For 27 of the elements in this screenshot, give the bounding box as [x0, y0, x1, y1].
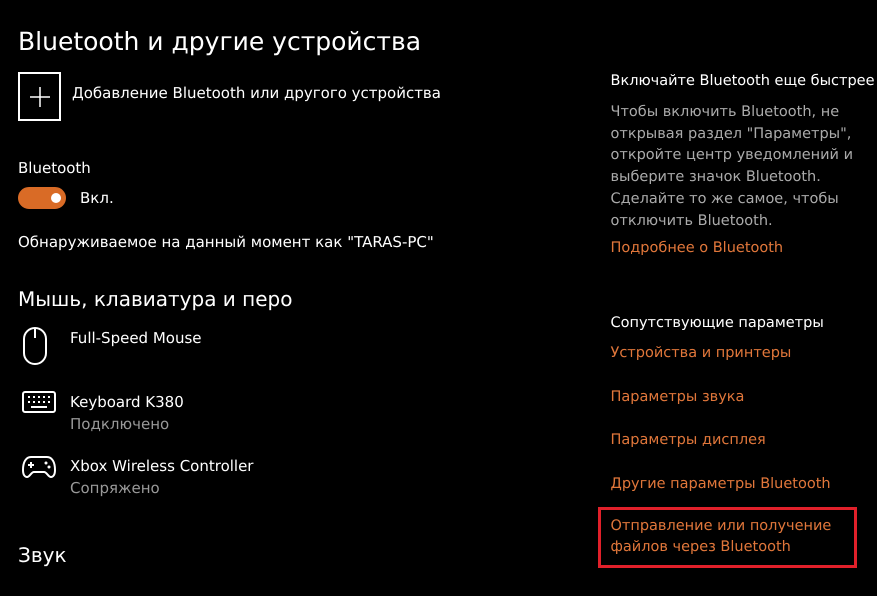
gamepad-icon	[22, 455, 56, 479]
mouse-icon	[22, 327, 48, 365]
section-heading: Звук	[18, 543, 68, 567]
related-link[interactable]: Параметры звука	[610, 386, 877, 408]
plus-icon	[28, 86, 50, 108]
toggle-state-text: Вкл.	[80, 189, 114, 207]
discoverable-text: Обнаруживаемое на данный момент как "TARAS-PC"	[18, 233, 435, 251]
learn-more-link[interactable]: Подробнее о Bluetooth	[610, 238, 877, 260]
bluetooth-label: Bluetooth	[18, 159, 92, 177]
page-title: Bluetooth и другие устройства	[18, 26, 422, 58]
add-device-link[interactable]: Добавление Bluetooth или другого устройства	[72, 84, 441, 102]
sidebar-heading: Сопутствующие параметры	[610, 314, 825, 333]
device-name[interactable]: Keyboard K380	[70, 391, 184, 413]
related-link[interactable]: Другие параметры Bluetooth	[610, 474, 877, 496]
bluetooth-toggle[interactable]	[18, 187, 66, 209]
related-link[interactable]: Устройства и принтеры	[610, 342, 877, 365]
section-heading: Мышь, клавиатура и перо	[18, 287, 294, 311]
keyboard-icon	[22, 391, 56, 413]
device-status: Подключено	[70, 414, 170, 435]
device-status: Сопряжено	[70, 478, 161, 499]
tip-text: Чтобы включить Bluetooth, не открывая раздел "Параметры", откройте центр уведомлений и выберите значок Bluetooth. Сделайте то же самое, чтобы отключить Bluetooth.	[610, 103, 854, 231]
device-name[interactable]: Full-Speed Mouse	[70, 327, 202, 349]
related-link[interactable]: Отправление или получение файлов через Bluetooth	[598, 506, 857, 568]
add-device-button[interactable]	[18, 72, 61, 121]
related-link[interactable]: Параметры дисплея	[610, 430, 877, 452]
sidebar-heading: Включайте Bluetooth еще быстрее	[610, 72, 876, 91]
device-name[interactable]: Xbox Wireless Controller	[70, 455, 254, 477]
